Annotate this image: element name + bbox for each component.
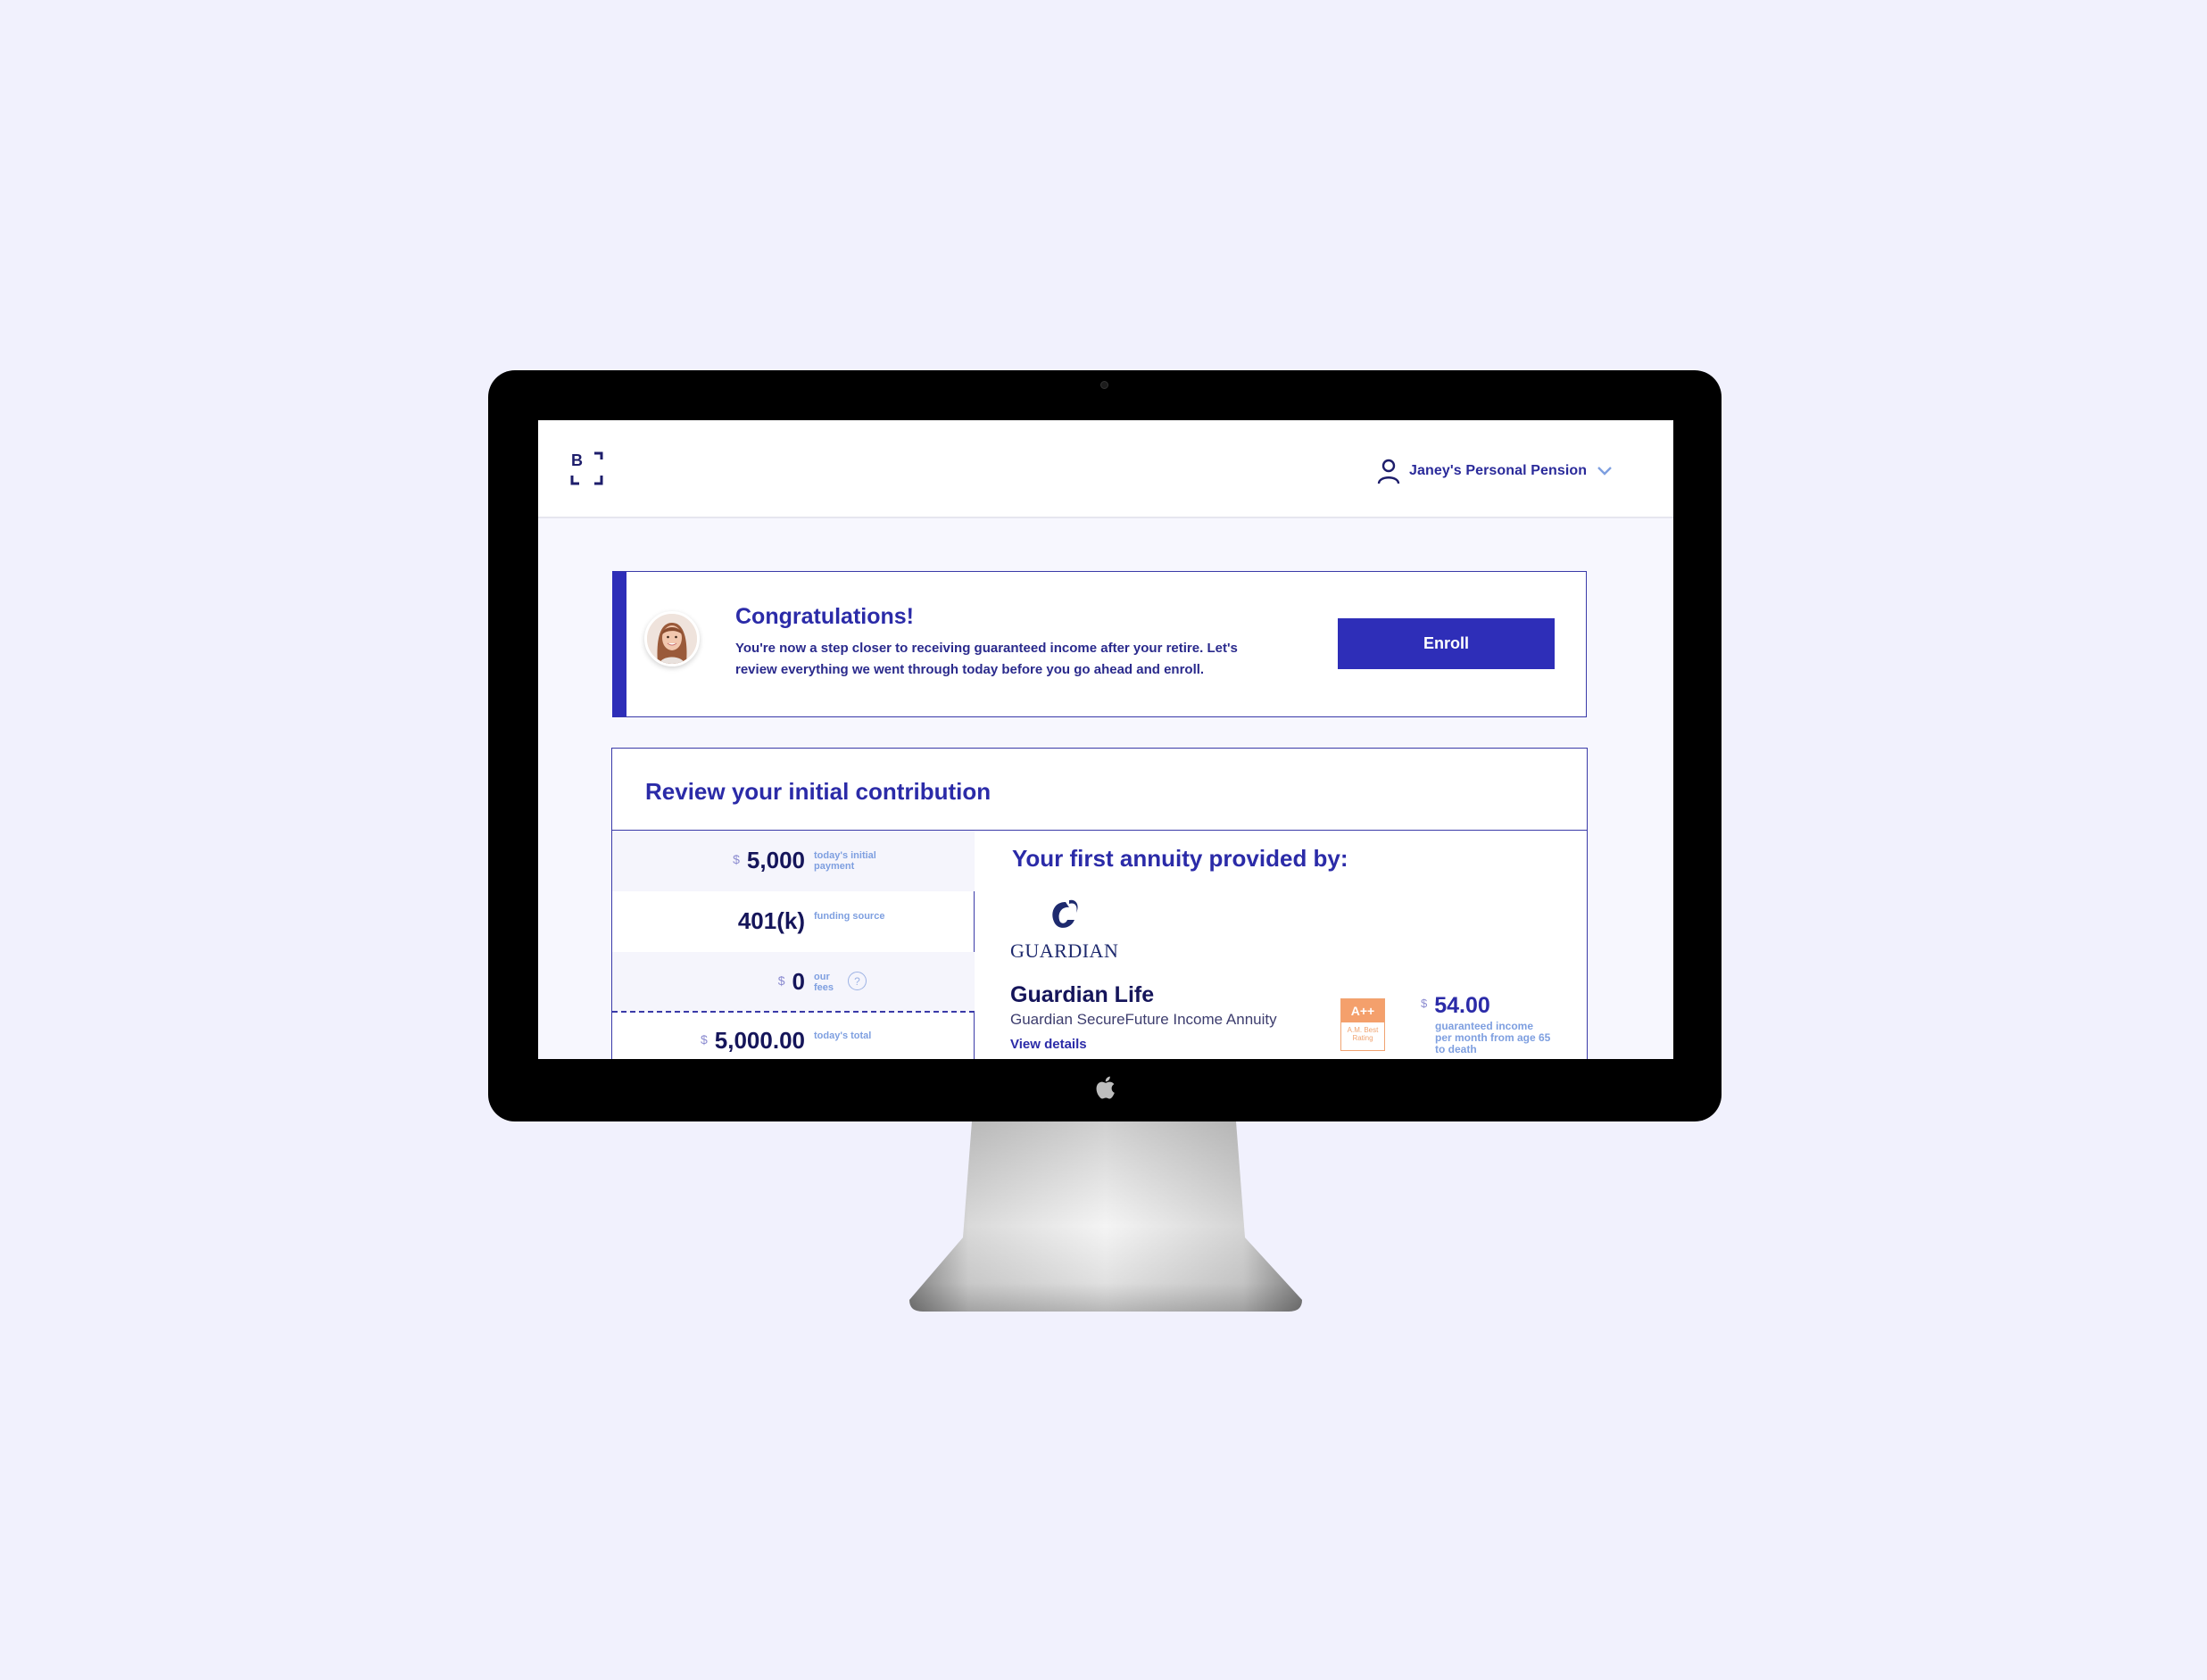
annuity-title: Your first annuity provided by: xyxy=(1012,845,1348,872)
brand-logo-icon[interactable]: B xyxy=(569,451,605,486)
banner-message: You're now a step closer to receiving gu… xyxy=(735,641,1238,677)
guardian-emblem-icon xyxy=(1052,899,1078,928)
chevron-down-icon[interactable] xyxy=(1596,466,1614,476)
user-icon xyxy=(1377,459,1400,484)
total-value: 5,000.00 xyxy=(714,1027,805,1054)
funding-source-value: 401(k) xyxy=(737,907,805,934)
guardian-wordmark: GUARDIAN xyxy=(1010,939,1119,962)
product-name: Guardian SecureFuture Income Annuity xyxy=(1010,1011,1277,1028)
advisor-avatar xyxy=(644,611,700,666)
annuity-details: Your first annuity provided by: GUARDIAN… xyxy=(975,831,1587,1059)
income-description: guaranteed income per month from age 65 … xyxy=(1435,1020,1551,1055)
app-screen: B Janey's Personal Pension Congratulatio… xyxy=(538,420,1673,1059)
congratulations-banner: Congratulations! You're now a step close… xyxy=(612,571,1587,717)
guaranteed-income: $ 54.00 guaranteed income per month from… xyxy=(1421,993,1551,1055)
currency-symbol: $ xyxy=(733,852,740,866)
summary-row-initial-payment: $ 5,000 today's initial payment xyxy=(612,831,975,891)
total-label: today's total xyxy=(814,1030,872,1041)
currency-symbol: $ xyxy=(700,1032,708,1047)
income-amount: 54.00 xyxy=(1434,993,1490,1018)
summary-row-total: $ 5,000.00 today's total xyxy=(612,1013,975,1059)
review-panel: Review your initial contribution $ 5,000… xyxy=(611,748,1588,1059)
fees-value: 0 xyxy=(792,968,805,995)
initial-payment-label: today's initial payment xyxy=(814,850,876,872)
insurer-name: Guardian Life xyxy=(1010,982,1155,1007)
funding-source-label: funding source xyxy=(814,911,885,922)
camera-icon xyxy=(1100,381,1108,389)
rating-grade: A++ xyxy=(1341,999,1384,1022)
brand-logo-letter: B xyxy=(571,451,583,469)
review-header: Review your initial contribution xyxy=(612,749,1587,831)
guardian-logo: GUARDIAN xyxy=(1010,897,1130,962)
account-name: Janey's Personal Pension xyxy=(1409,463,1588,478)
enroll-button[interactable]: Enroll xyxy=(1338,618,1555,669)
initial-payment-value: 5,000 xyxy=(746,847,805,873)
help-icon[interactable]: ? xyxy=(848,972,867,990)
review-title: Review your initial contribution xyxy=(645,778,991,805)
monitor-stand xyxy=(909,1121,1302,1312)
view-details-link[interactable]: View details xyxy=(1010,1037,1087,1052)
summary-row-fees: $ 0 our fees ? xyxy=(612,952,975,1013)
banner-title: Congratulations! xyxy=(735,604,914,629)
account-menu[interactable]: Janey's Personal Pension xyxy=(1377,458,1614,484)
currency-symbol: $ xyxy=(777,973,785,988)
rating-source: A.M. Best Rating xyxy=(1347,1026,1379,1042)
contribution-summary: $ 5,000 today's initial payment 401(k) f… xyxy=(612,831,975,1059)
currency-symbol: $ xyxy=(1421,997,1428,1010)
summary-row-funding-source: 401(k) funding source xyxy=(612,891,975,952)
rating-badge: A++ A.M. Best Rating xyxy=(1340,998,1385,1051)
top-navigation-bar: B Janey's Personal Pension xyxy=(538,420,1673,518)
fees-label: our fees xyxy=(814,972,834,993)
apple-logo-icon xyxy=(1091,1072,1118,1103)
